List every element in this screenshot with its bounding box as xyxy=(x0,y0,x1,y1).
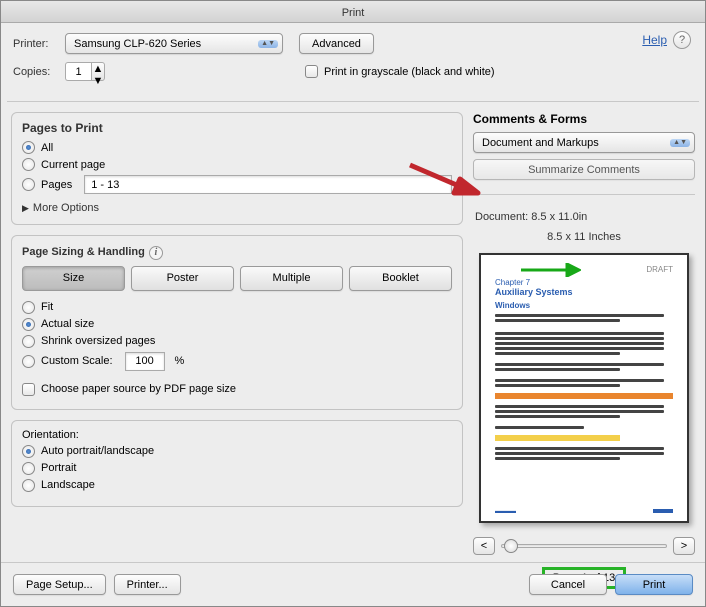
help-icon[interactable]: ? xyxy=(673,31,691,49)
help-link[interactable]: Help xyxy=(642,33,667,47)
radio-icon xyxy=(22,158,35,171)
radio-current[interactable]: Current page xyxy=(22,158,452,171)
radio-icon xyxy=(22,318,35,331)
grayscale-checkbox[interactable]: Print in grayscale (black and white) xyxy=(305,65,495,78)
sizing-panel: Page Sizing & Handlingi Size Poster Mult… xyxy=(11,235,463,410)
pages-panel: Pages to Print All Current page Pages ▶M… xyxy=(11,112,463,225)
checkbox-icon xyxy=(22,383,35,396)
radio-actual[interactable]: Actual size xyxy=(22,318,452,331)
orientation-panel: Orientation: Auto portrait/landscape Por… xyxy=(11,420,463,507)
stepper-arrows-icon[interactable]: ▲▼ xyxy=(91,62,105,81)
pages-title: Pages to Print xyxy=(22,121,452,135)
tab-booklet[interactable]: Booklet xyxy=(349,266,452,291)
print-button[interactable]: Print xyxy=(615,574,693,595)
tab-multiple[interactable]: Multiple xyxy=(240,266,343,291)
radio-icon xyxy=(22,462,35,475)
radio-icon xyxy=(22,335,35,348)
scale-input[interactable] xyxy=(125,352,165,371)
chevron-left-icon: < xyxy=(481,540,487,552)
copies-input[interactable] xyxy=(65,62,91,81)
radio-icon xyxy=(22,355,35,368)
help-area: Help ? xyxy=(642,31,691,49)
radio-fit[interactable]: Fit xyxy=(22,301,452,314)
radio-custom-scale[interactable]: Custom Scale: % xyxy=(22,352,452,371)
titlebar: Print xyxy=(1,1,705,23)
tab-poster[interactable]: Poster xyxy=(131,266,234,291)
pages-range-input[interactable] xyxy=(84,175,452,194)
page-preview: DRAFT Chapter 7 Auxiliary Systems Window… xyxy=(479,253,689,523)
radio-icon xyxy=(22,301,35,314)
comments-select[interactable]: Document and Markups ▲▼ xyxy=(473,132,695,153)
preview-footer: ▬▬▬ xyxy=(495,508,516,515)
slider-thumb[interactable] xyxy=(504,539,518,553)
preview-subhead: Windows xyxy=(495,301,673,310)
summarize-comments-button[interactable]: Summarize Comments xyxy=(473,159,695,180)
sizing-tabs: Size Poster Multiple Booklet xyxy=(22,266,452,291)
annotation-red-arrow xyxy=(406,161,486,197)
cancel-button[interactable]: Cancel xyxy=(529,574,607,595)
orientation-title: Orientation: xyxy=(22,429,452,441)
updown-icon: ▲▼ xyxy=(258,40,278,48)
top-section: Printer: Samsung CLP-620 Series ▲▼ Advan… xyxy=(1,23,705,97)
comments-section: Comments & Forms Document and Markups ▲▼… xyxy=(473,112,695,180)
copies-label: Copies: xyxy=(13,66,65,78)
paper-dimensions: 8.5 x 11 Inches xyxy=(473,231,695,243)
bottom-bar: Page Setup... Printer... Cancel Print xyxy=(1,562,705,606)
updown-icon: ▲▼ xyxy=(670,139,690,147)
radio-pages[interactable]: Pages xyxy=(22,175,452,194)
document-dimensions: Document: 8.5 x 11.0in xyxy=(475,211,695,223)
triangle-right-icon: ▶ xyxy=(22,203,29,214)
printer-label: Printer: xyxy=(13,38,65,50)
chevron-right-icon: > xyxy=(681,540,687,552)
radio-icon xyxy=(22,141,35,154)
page-setup-button[interactable]: Page Setup... xyxy=(13,574,106,595)
info-icon[interactable]: i xyxy=(149,246,163,260)
prev-page-button[interactable]: < xyxy=(473,537,495,555)
grayscale-label: Print in grayscale (black and white) xyxy=(324,66,495,78)
tab-size[interactable]: Size xyxy=(22,266,125,291)
printer-select[interactable]: Samsung CLP-620 Series ▲▼ xyxy=(65,33,283,54)
radio-landscape[interactable]: Landscape xyxy=(22,479,452,492)
window-title: Print xyxy=(342,7,365,19)
copies-stepper[interactable]: ▲▼ xyxy=(65,62,105,81)
advanced-button[interactable]: Advanced xyxy=(299,33,374,54)
preview-chapter: Chapter 7 xyxy=(495,278,673,287)
radio-shrink[interactable]: Shrink oversized pages xyxy=(22,335,452,348)
checkbox-icon xyxy=(305,65,318,78)
printer-button[interactable]: Printer... xyxy=(114,574,181,595)
page-slider[interactable] xyxy=(501,544,667,548)
preview-nav: < > xyxy=(473,537,695,555)
content-area: Pages to Print All Current page Pages ▶M… xyxy=(1,102,705,593)
paper-source-checkbox[interactable]: Choose paper source by PDF page size xyxy=(22,383,236,396)
radio-auto-orient[interactable]: Auto portrait/landscape xyxy=(22,445,452,458)
next-page-button[interactable]: > xyxy=(673,537,695,555)
more-options-toggle[interactable]: ▶More Options xyxy=(22,202,99,214)
radio-icon xyxy=(22,479,35,492)
print-dialog: Print Help ? Printer: Samsung CLP-620 Se… xyxy=(0,0,706,607)
radio-icon xyxy=(22,178,35,191)
radio-portrait[interactable]: Portrait xyxy=(22,462,452,475)
radio-icon xyxy=(22,445,35,458)
sizing-title: Page Sizing & Handlingi xyxy=(22,244,452,260)
preview-heading: Auxiliary Systems xyxy=(495,287,673,297)
radio-all[interactable]: All xyxy=(22,141,452,154)
annotation-green-arrow xyxy=(521,263,581,277)
printer-value: Samsung CLP-620 Series xyxy=(74,38,201,50)
comments-title: Comments & Forms xyxy=(473,112,695,126)
